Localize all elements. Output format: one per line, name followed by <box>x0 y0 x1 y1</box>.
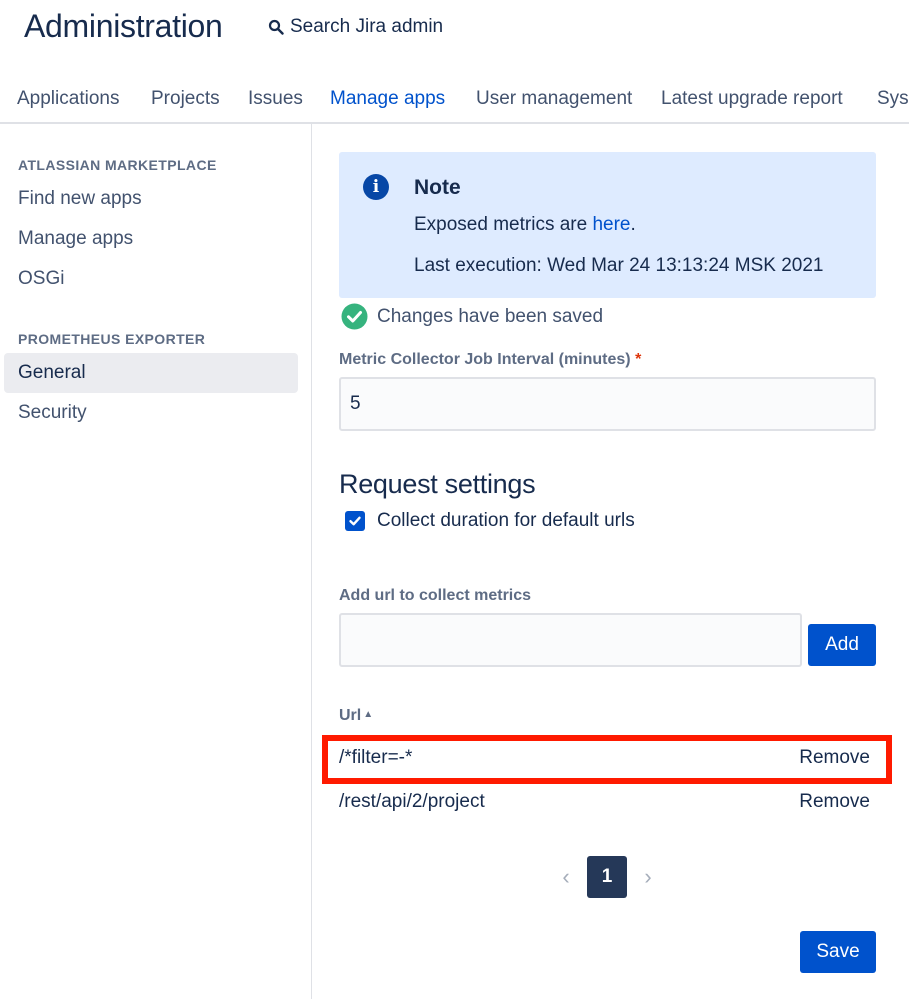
sidebar-item-general[interactable]: General <box>4 353 298 393</box>
tab-latest-upgrade-report[interactable]: Latest upgrade report <box>661 84 843 122</box>
success-message: Changes have been saved <box>341 303 603 330</box>
collect-duration-checkbox[interactable] <box>345 511 365 531</box>
sidebar-heading-marketplace: ATLASSIAN MARKETPLACE <box>18 157 217 173</box>
checkmark-icon <box>349 516 361 526</box>
tab-system[interactable]: Sys <box>877 84 909 122</box>
collect-duration-checkbox-row[interactable]: Collect duration for default urls <box>345 510 635 532</box>
pagination-prev-icon[interactable]: ‹ <box>546 856 586 898</box>
page: Administration Search Jira admin Applica… <box>0 0 909 999</box>
add-url-button[interactable]: Add <box>808 624 876 666</box>
required-mark: * <box>635 351 642 368</box>
sidebar-item-manage-apps[interactable]: Manage apps <box>4 219 298 259</box>
info-icon: i <box>363 174 389 200</box>
last-execution-text: Last execution: Wed Mar 24 13:13:24 MSK … <box>414 255 824 276</box>
save-button[interactable]: Save <box>800 931 876 973</box>
tab-projects[interactable]: Projects <box>151 84 220 122</box>
info-metrics-suffix: . <box>630 214 636 235</box>
metrics-link[interactable]: here <box>592 214 630 235</box>
success-text: Changes have been saved <box>377 305 604 327</box>
info-metrics-line: Exposed metrics are here. <box>414 214 636 236</box>
sort-caret-icon: ▲ <box>363 709 374 720</box>
add-url-label: Add url to collect metrics <box>339 587 532 604</box>
highlight-annotation-box <box>322 735 892 784</box>
sidebar-heading-prometheus: PROMETHEUS EXPORTER <box>18 331 206 347</box>
tab-issues[interactable]: Issues <box>248 84 303 122</box>
info-metrics-text: Exposed metrics are <box>414 214 588 235</box>
url-cell: /rest/api/2/project <box>339 791 485 812</box>
search-button[interactable]: Search Jira admin <box>268 16 443 38</box>
interval-label-text: Metric Collector Job Interval (minutes) <box>339 351 631 368</box>
sidebar-divider <box>311 124 312 999</box>
url-column-label: Url <box>339 707 362 724</box>
pagination-next-icon[interactable]: › <box>628 856 668 898</box>
page-title: Administration <box>24 8 223 44</box>
sidebar-item-find-new-apps[interactable]: Find new apps <box>4 179 298 219</box>
info-panel: i Note Exposed metrics are here. Last ex… <box>339 152 876 298</box>
url-column-header[interactable]: Url ▲ <box>339 707 373 725</box>
search-label: Search Jira admin <box>290 16 444 37</box>
tab-applications[interactable]: Applications <box>17 84 119 122</box>
remove-url-button[interactable]: Remove <box>799 791 870 813</box>
tab-user-management[interactable]: User management <box>476 84 632 122</box>
add-url-input[interactable] <box>339 613 802 667</box>
sidebar-item-security[interactable]: Security <box>4 393 298 433</box>
collect-duration-label: Collect duration for default urls <box>377 510 635 531</box>
request-settings-heading: Request settings <box>339 469 536 499</box>
tab-manage-apps[interactable]: Manage apps <box>330 84 445 122</box>
interval-label: Metric Collector Job Interval (minutes) … <box>339 351 641 369</box>
sidebar-item-osgi[interactable]: OSGi <box>4 259 298 299</box>
info-title: Note <box>414 176 461 199</box>
pagination-page-1[interactable]: 1 <box>587 856 627 898</box>
admin-tabs: Applications Projects Issues Manage apps… <box>0 84 909 124</box>
check-circle-icon <box>341 303 368 330</box>
interval-input[interactable] <box>339 377 876 431</box>
table-row: /rest/api/2/project Remove <box>339 787 870 817</box>
search-icon <box>268 19 284 35</box>
